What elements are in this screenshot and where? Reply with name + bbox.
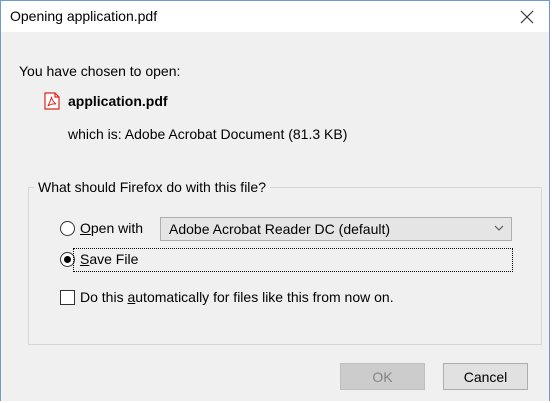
application-select[interactable]: Adobe Acrobat Reader DC (default) xyxy=(160,217,512,241)
file-type-info: which is: Adobe Acrobat Document (81.3 K… xyxy=(68,126,348,142)
auto-action-label-prefix: Do this xyxy=(80,289,128,305)
radio-selected-dot xyxy=(64,256,71,263)
action-group-legend: What should Firefox do with this file? xyxy=(34,179,270,195)
close-button[interactable] xyxy=(504,1,549,32)
dialog-title: Opening application.pdf xyxy=(10,8,158,24)
download-dialog: Opening application.pdf You have chosen … xyxy=(0,0,550,401)
open-with-mnemonic: O xyxy=(80,220,91,236)
ok-button[interactable]: OK xyxy=(340,363,425,390)
save-file-label[interactable]: Save File xyxy=(80,251,138,267)
save-file-mnemonic: S xyxy=(80,251,90,267)
close-icon xyxy=(520,10,533,23)
open-with-label-rest: pen with xyxy=(90,220,144,236)
button-bar: OK Cancel xyxy=(1,353,549,401)
open-with-label[interactable]: Open with xyxy=(80,220,143,236)
auto-action-label[interactable]: Do this automatically for files like thi… xyxy=(80,289,394,305)
save-file-label-rest: ave File xyxy=(89,251,139,267)
chevron-down-icon xyxy=(494,225,504,231)
file-name: application.pdf xyxy=(68,93,168,109)
cancel-button[interactable]: Cancel xyxy=(443,363,528,390)
save-file-focus-outline xyxy=(73,248,513,272)
open-with-radio[interactable] xyxy=(60,221,75,236)
auto-action-checkbox[interactable] xyxy=(60,290,75,305)
application-select-value: Adobe Acrobat Reader DC (default) xyxy=(169,221,391,237)
auto-action-label-rest: utomatically for files like this from no… xyxy=(135,289,394,305)
title-bar: Opening application.pdf xyxy=(1,1,549,32)
chosen-to-open-label: You have chosen to open: xyxy=(19,63,181,79)
pdf-file-icon xyxy=(44,92,60,110)
